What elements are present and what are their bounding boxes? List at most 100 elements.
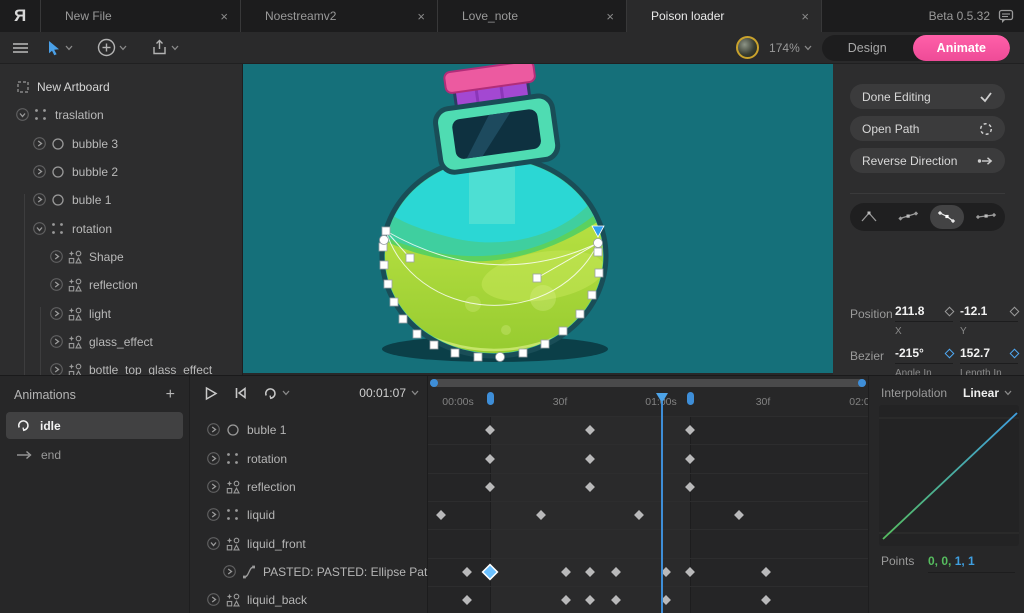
expander-expand-icon[interactable]	[50, 363, 64, 375]
expander-expand-icon[interactable]	[207, 508, 221, 522]
keyframe-toggle-icon[interactable]	[1010, 348, 1020, 358]
vertex-mode-asymmetric-button[interactable]	[968, 205, 1003, 229]
path-vertex-handle[interactable]	[588, 291, 596, 299]
expander-expand-icon[interactable]	[207, 452, 221, 466]
timeline-track-liquid-back[interactable]: liquid_back	[190, 586, 428, 613]
loop-mode-button[interactable]	[263, 386, 290, 401]
select-tool-button[interactable]	[47, 40, 73, 56]
current-time-control[interactable]: 00:01:07	[359, 386, 427, 400]
keyframe[interactable]	[462, 595, 472, 605]
keyframe-toggle-icon[interactable]	[945, 348, 955, 358]
close-icon[interactable]: ×	[606, 9, 614, 24]
close-icon[interactable]: ×	[417, 9, 425, 24]
document-tab[interactable]: Noestreamv2×	[240, 0, 437, 32]
add-animation-button[interactable]: +	[166, 386, 175, 404]
timeline-track-buble-1[interactable]: buble 1	[190, 416, 428, 444]
expander-collapse-icon[interactable]	[16, 108, 30, 122]
vertex-mode-mirrored-button[interactable]	[891, 205, 926, 229]
path-vertex-handle[interactable]	[451, 349, 459, 357]
hierarchy-item-new-artboard[interactable]: New Artboard	[0, 73, 242, 101]
animation-item-end[interactable]: end	[6, 441, 183, 468]
hierarchy-item-bubble-2[interactable]: bubble 2	[0, 158, 242, 186]
work-area-end-handle[interactable]	[687, 392, 694, 405]
path-vertex-handle[interactable]	[399, 315, 407, 323]
path-vertex-handle[interactable]	[519, 349, 527, 357]
path-control-handle[interactable]	[594, 239, 603, 248]
hierarchy-item-shape[interactable]: Shape	[0, 243, 242, 271]
path-vertex-handle[interactable]	[594, 248, 602, 256]
path-vertex-handle[interactable]	[595, 269, 603, 277]
path-vertex-handle[interactable]	[382, 227, 390, 235]
user-avatar[interactable]	[736, 36, 759, 59]
vertex-mode-detached-button[interactable]	[930, 205, 965, 229]
play-button[interactable]	[204, 386, 218, 401]
playhead[interactable]	[661, 402, 663, 613]
hierarchy-item-bubble-3[interactable]: bubble 3	[0, 130, 242, 158]
vertex-mode-straight-button[interactable]	[852, 205, 887, 229]
expander-expand-icon[interactable]	[50, 278, 64, 292]
keyframe[interactable]	[761, 595, 771, 605]
path-control-handle[interactable]	[496, 353, 505, 362]
design-mode-button[interactable]: Design	[822, 41, 913, 55]
menu-button[interactable]	[12, 41, 29, 55]
hierarchy-item-buble-1[interactable]: buble 1	[0, 186, 242, 214]
animation-item-idle[interactable]: idle	[6, 412, 183, 439]
path-vertex-handle[interactable]	[533, 274, 541, 282]
document-tab[interactable]: Poison loader×	[626, 0, 822, 32]
scrollbar-right-cap[interactable]	[858, 379, 866, 387]
keyframe[interactable]	[436, 510, 446, 520]
feedback-icon[interactable]	[998, 8, 1014, 24]
hierarchy-item-reflection[interactable]: reflection	[0, 271, 242, 299]
expander-expand-icon[interactable]	[223, 565, 237, 579]
points-value-field[interactable]: 0, 0, 1, 1	[928, 554, 1015, 573]
expander-expand-icon[interactable]	[33, 165, 47, 179]
timeline-ruler[interactable]: 00:00s30f01:00s30f02:00s	[428, 389, 868, 416]
animate-mode-button[interactable]: Animate	[913, 35, 1010, 61]
expander-expand-icon[interactable]	[207, 480, 221, 494]
scrollbar-left-cap[interactable]	[430, 379, 438, 387]
skip-to-start-button[interactable]	[234, 386, 247, 400]
document-tab[interactable]: Love_note×	[437, 0, 626, 32]
timeline-zoom-scrollbar[interactable]	[430, 379, 866, 387]
expander-expand-icon[interactable]	[207, 423, 221, 437]
expander-expand-icon[interactable]	[50, 307, 64, 321]
playhead-handle[interactable]	[655, 392, 669, 404]
close-icon[interactable]: ×	[801, 9, 809, 24]
hierarchy-item-rotation[interactable]: rotation	[0, 214, 242, 242]
done-editing-button[interactable]: Done Editing	[850, 84, 1005, 109]
interpolation-curve-graph[interactable]	[879, 405, 1019, 546]
create-tool-button[interactable]	[97, 38, 127, 57]
path-vertex-handle[interactable]	[559, 327, 567, 335]
timeline-track-reflection[interactable]: reflection	[190, 473, 428, 501]
path-vertex-handle[interactable]	[576, 310, 584, 318]
expander-expand-icon[interactable]	[50, 250, 64, 264]
expander-expand-icon[interactable]	[33, 137, 47, 151]
keyframe[interactable]	[462, 567, 472, 577]
path-vertex-handle[interactable]	[384, 280, 392, 288]
path-vertex-handle[interactable]	[413, 330, 421, 338]
hierarchy-item-traslation[interactable]: traslation	[0, 101, 242, 129]
path-vertex-handle[interactable]	[430, 341, 438, 349]
timeline-track-rotation[interactable]: rotation	[190, 444, 428, 472]
path-vertex-handle[interactable]	[474, 353, 482, 361]
path-vertex-handle[interactable]	[541, 340, 549, 348]
expander-expand-icon[interactable]	[207, 593, 221, 607]
position-y-field[interactable]: -12.1 Y	[960, 304, 1018, 337]
timeline-track-liquid-front[interactable]: liquid_front	[190, 529, 428, 557]
hierarchy-item-bottle-top-glass-effect[interactable]: bottle_top_glass_effect	[0, 356, 242, 375]
hierarchy-item-glass-effect[interactable]: glass_effect	[0, 328, 242, 356]
keyframe[interactable]	[734, 510, 744, 520]
expander-expand-icon[interactable]	[33, 193, 47, 207]
path-vertex-handle[interactable]	[390, 298, 398, 306]
expander-collapse-icon[interactable]	[207, 537, 221, 551]
keyframe-toggle-icon[interactable]	[945, 306, 955, 316]
keyframe[interactable]	[761, 567, 771, 577]
timeline-track-liquid[interactable]: liquid	[190, 501, 428, 529]
position-x-field[interactable]: 211.8 X	[895, 304, 953, 337]
expander-expand-icon[interactable]	[50, 335, 64, 349]
path-vertex-handle[interactable]	[406, 254, 414, 262]
path-control-handle[interactable]	[380, 236, 389, 245]
timeline-track-pasted-pasted-ellipse-path[interactable]: PASTED: PASTED: Ellipse Path	[190, 558, 428, 586]
rive-logo[interactable]: R	[0, 0, 40, 32]
interpolation-mode-select[interactable]: Linear	[963, 386, 1012, 400]
